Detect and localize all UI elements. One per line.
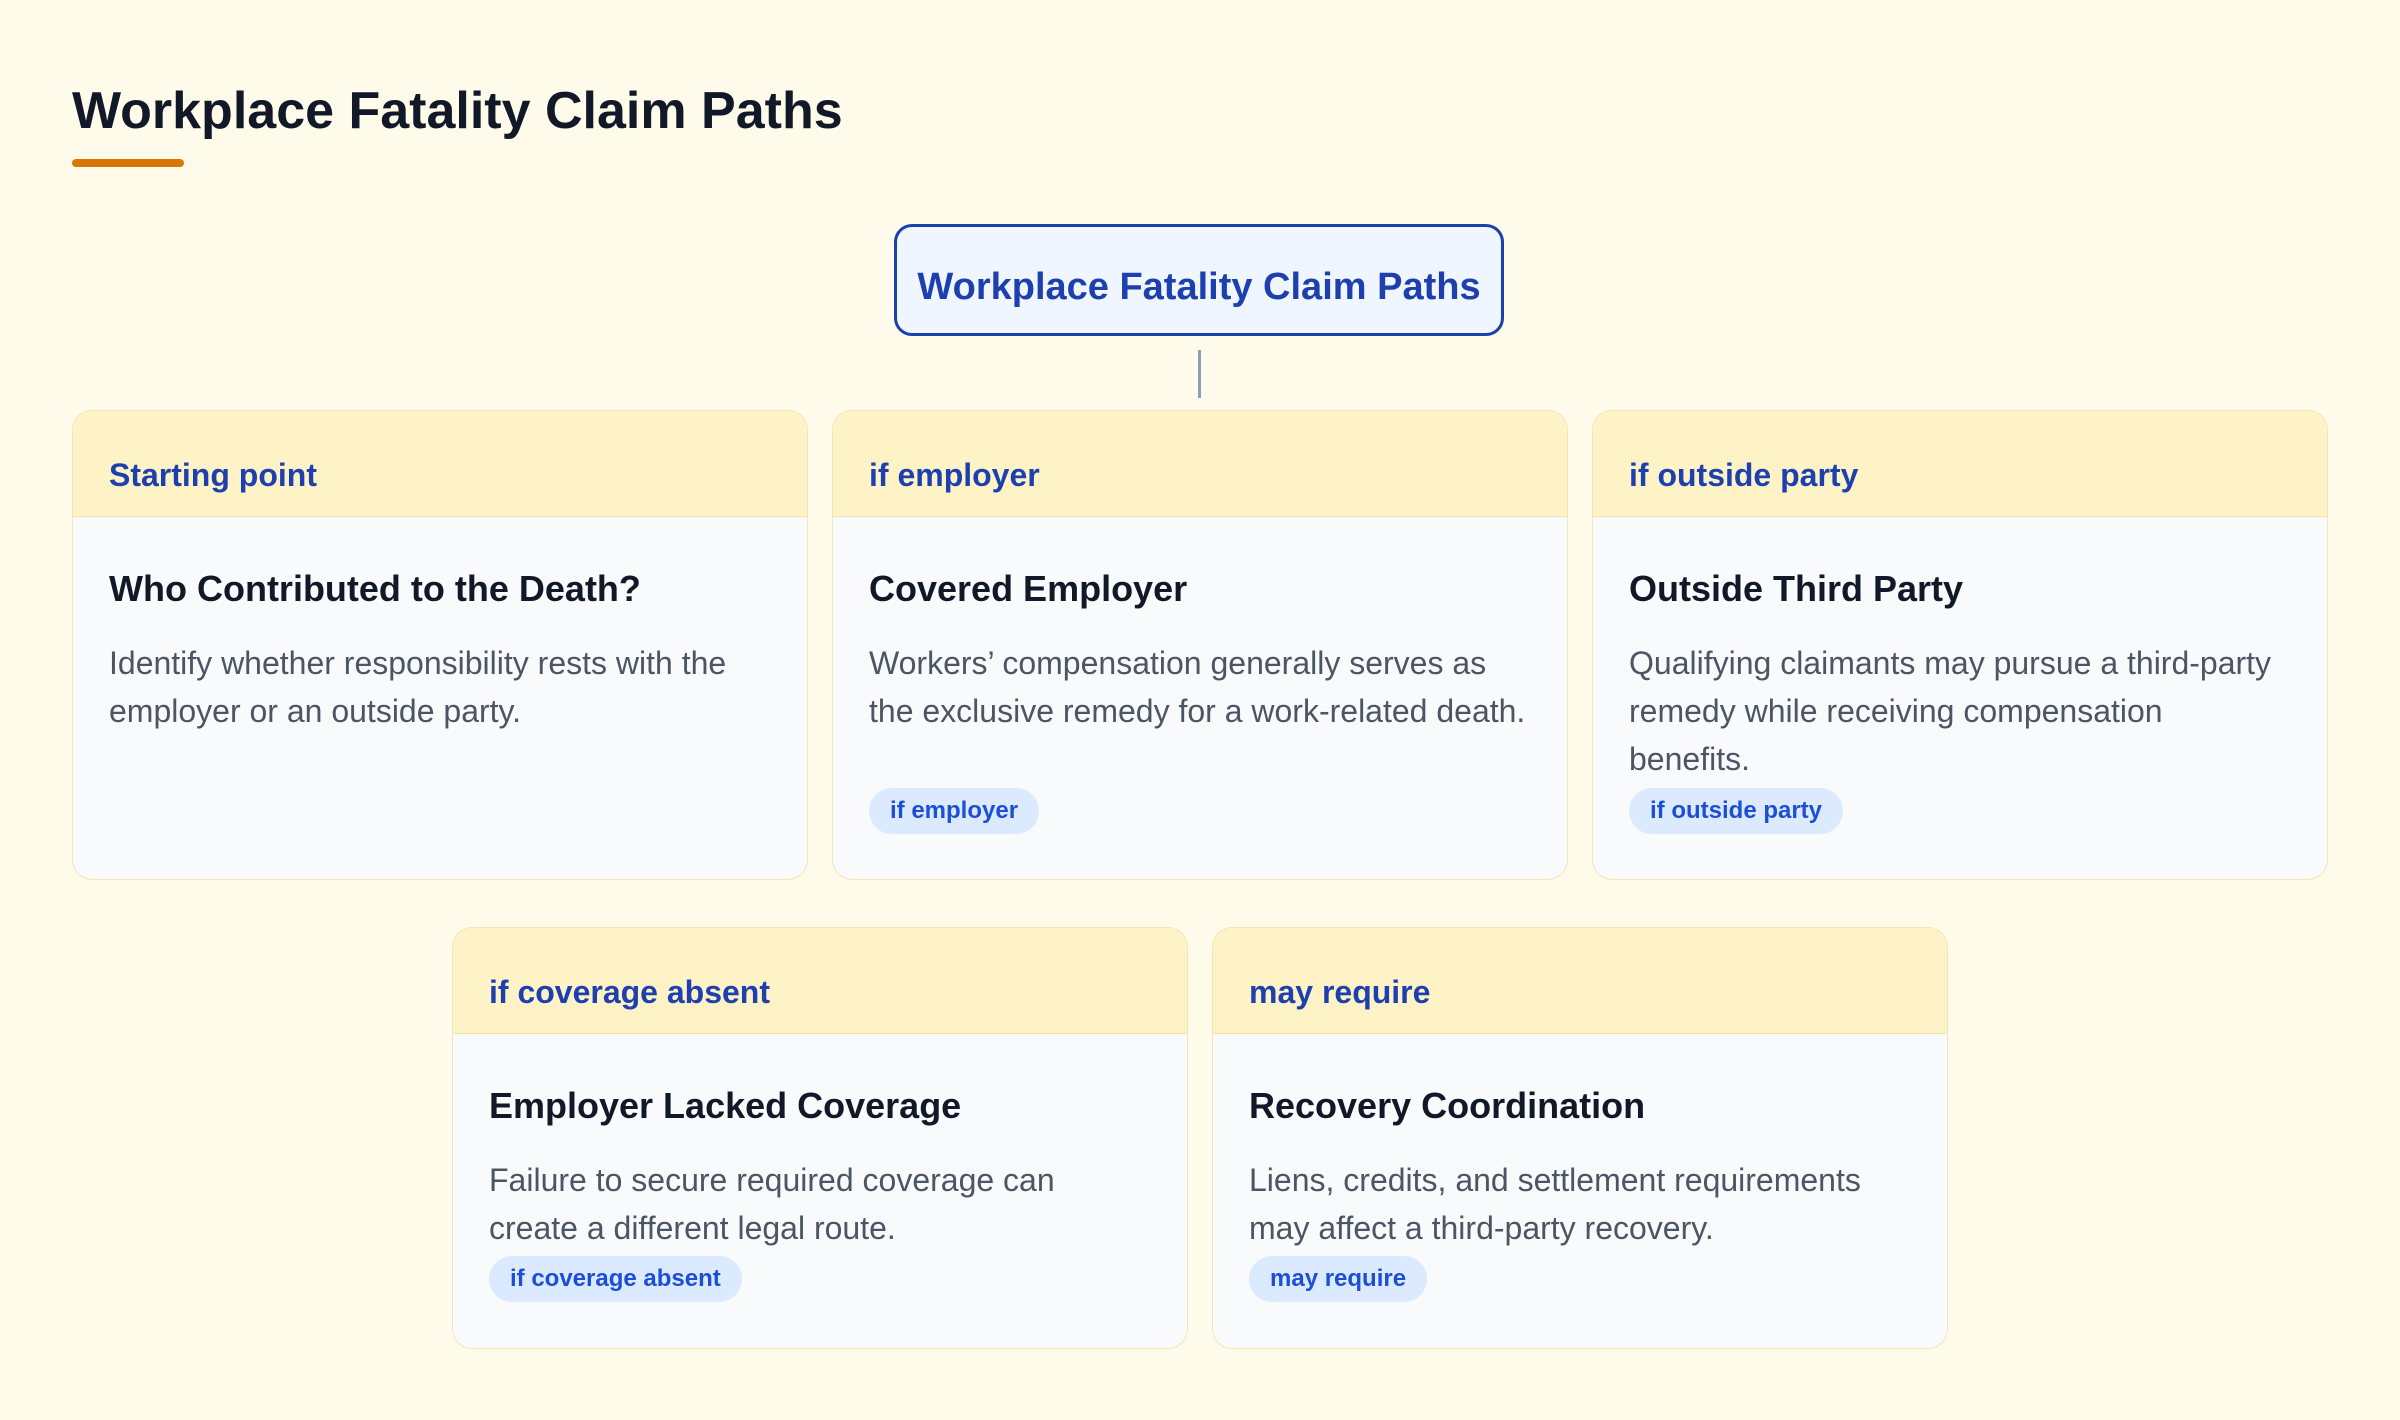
- card-description: Qualifying claimants may pursue a third-…: [1629, 644, 2272, 777]
- card-description: Failure to secure required coverage can …: [489, 1161, 1055, 1246]
- card-covered-employer: if employer Covered Employer Workers’ co…: [832, 410, 1568, 880]
- card-tag: if coverage absent: [489, 974, 770, 1010]
- title-underline: [72, 159, 184, 167]
- card-description: Liens, credits, and settlement requireme…: [1249, 1161, 1861, 1246]
- card-outside-third-party: if outside party Outside Third Party Qua…: [1592, 410, 2328, 880]
- card-tag: if outside party: [1629, 457, 1859, 493]
- card-title: Outside Third Party: [1629, 568, 1964, 609]
- card-starting-point: Starting point Who Contributed to the De…: [72, 410, 808, 880]
- card-body: Who Contributed to the Death? Identify w…: [73, 517, 807, 735]
- card-body: Recovery Coordination Liens, credits, an…: [1213, 1034, 1947, 1252]
- card-title: Who Contributed to the Death?: [109, 568, 641, 609]
- card-body: Covered Employer Workers’ compensation g…: [833, 517, 1567, 735]
- status-badge: if outside party: [1629, 788, 1844, 834]
- card-tag: Starting point: [109, 457, 317, 493]
- card-employer-lacked-coverage: if coverage absent Employer Lacked Cover…: [452, 927, 1188, 1349]
- card-header: if coverage absent: [453, 928, 1187, 1034]
- card-description: Identify whether responsibility rests wi…: [109, 644, 727, 729]
- card-title: Employer Lacked Coverage: [489, 1085, 962, 1126]
- status-badge: if coverage absent: [489, 1256, 742, 1302]
- card-header: Starting point: [73, 411, 807, 517]
- card-header: if employer: [833, 411, 1567, 517]
- card-tag: if employer: [869, 457, 1040, 493]
- status-badge: if employer: [869, 788, 1040, 834]
- card-recovery-coordination: may require Recovery Coordination Liens,…: [1212, 927, 1948, 1349]
- status-badge: may require: [1249, 1256, 1428, 1302]
- card-body: Outside Third Party Qualifying claimants…: [1593, 517, 2327, 783]
- card-tag: may require: [1249, 974, 1431, 1010]
- card-title: Covered Employer: [869, 568, 1188, 609]
- root-node: Workplace Fatality Claim Paths: [894, 224, 1504, 336]
- card-description: Workers’ compensation generally serves a…: [869, 644, 1526, 729]
- card-header: may require: [1213, 928, 1947, 1034]
- card-body: Employer Lacked Coverage Failure to secu…: [453, 1034, 1187, 1252]
- root-connector-line: [1198, 350, 1201, 398]
- root-node-label: Workplace Fatality Claim Paths: [917, 265, 1481, 308]
- card-title: Recovery Coordination: [1249, 1085, 1646, 1126]
- card-header: if outside party: [1593, 411, 2327, 517]
- page-title: Workplace Fatality Claim Paths: [72, 82, 843, 140]
